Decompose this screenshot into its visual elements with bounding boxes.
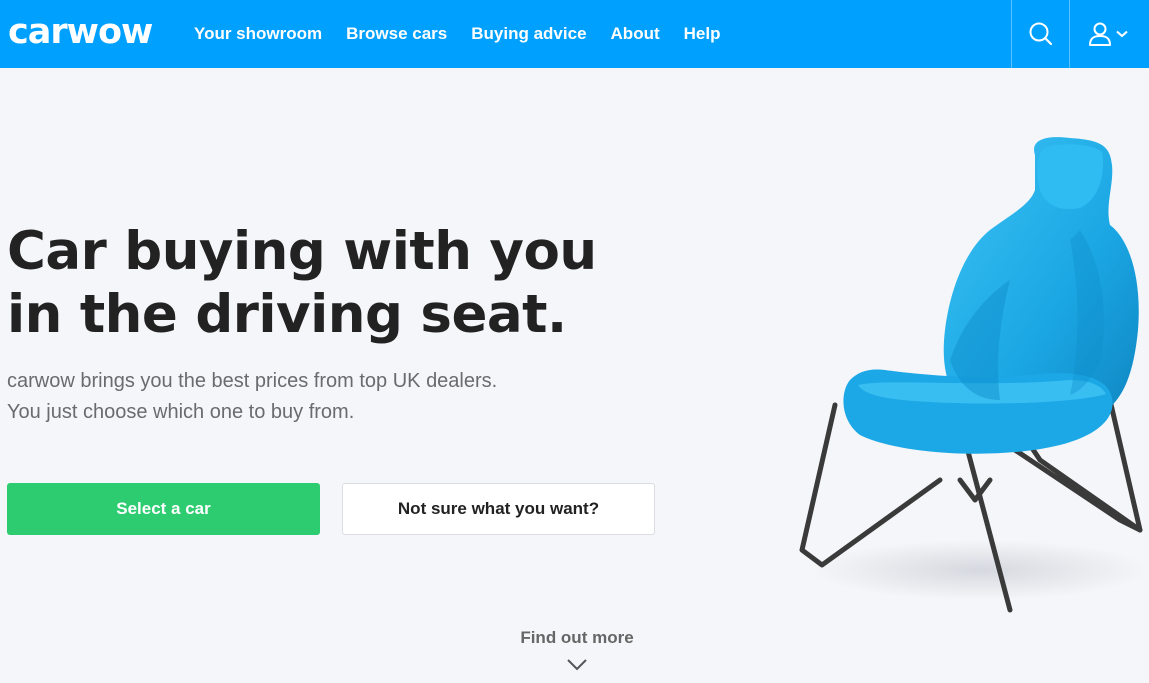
nav-help[interactable]: Help (684, 24, 721, 44)
hero-headline: Car buying with you in the driving seat. (7, 220, 597, 346)
search-button[interactable] (1011, 0, 1069, 68)
nav-about[interactable]: About (611, 24, 660, 44)
subtext-line-1: carwow brings you the best prices from t… (7, 370, 498, 392)
find-out-more-link[interactable]: Find out more (477, 628, 677, 648)
search-icon (1029, 22, 1052, 46)
headline-line-1: Car buying with you (7, 221, 597, 282)
site-header: carwow Your showroom Browse cars Buying … (0, 0, 1149, 68)
carwow-logo[interactable]: carwow (8, 12, 153, 52)
nav-buying-advice[interactable]: Buying advice (471, 24, 586, 44)
main-nav: Your showroom Browse cars Buying advice … (194, 0, 744, 68)
scroll-down-chevron-icon[interactable] (566, 658, 588, 672)
nav-your-showroom[interactable]: Your showroom (194, 24, 322, 44)
chevron-down-icon (1115, 30, 1128, 38)
car-seat-chair-illustration (799, 137, 1149, 613)
headline-line-2: in the driving seat. (7, 284, 567, 345)
hero-subtext: carwow brings you the best prices from t… (7, 366, 497, 428)
not-sure-button[interactable]: Not sure what you want? (342, 483, 655, 535)
subtext-line-2: You just choose which one to buy from. (7, 401, 355, 423)
select-a-car-button[interactable]: Select a car (7, 483, 320, 535)
account-menu-button[interactable] (1069, 0, 1149, 68)
nav-browse-cars[interactable]: Browse cars (346, 24, 447, 44)
user-icon (1088, 22, 1111, 46)
